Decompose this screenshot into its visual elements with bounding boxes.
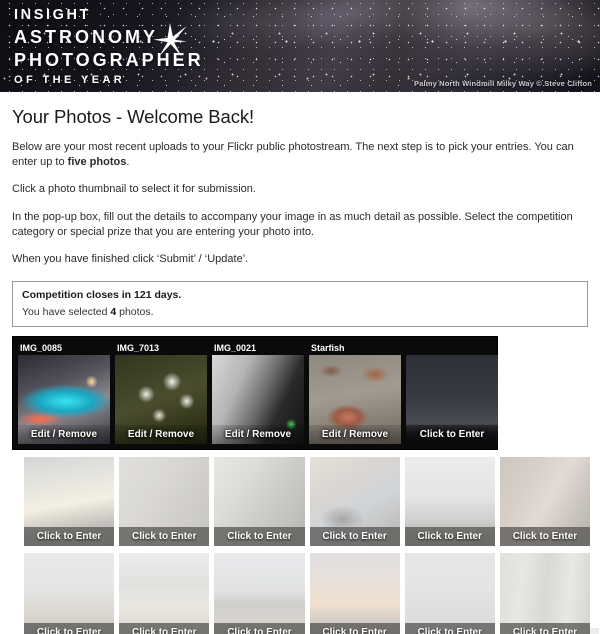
edit-remove-button[interactable]: Edit / Remove (309, 425, 401, 445)
edit-remove-button[interactable]: Edit / Remove (212, 425, 304, 445)
logo-line-of-the-year: OF THE YEAR (14, 73, 126, 86)
click-to-enter-label[interactable]: Click to Enter (309, 623, 400, 634)
photo-gallery: Click to Enter Click to Enter Click to Ent… (10, 457, 591, 634)
five-photos-emphasis: five photos (67, 156, 127, 169)
competition-status-box: Competition closes in 121 days. You have… (12, 281, 588, 328)
selected-photos-panel: IMG_0085 Edit / Remove IMG_7013 Edit / Remo… (12, 336, 498, 451)
gallery-thumbnail[interactable]: Click to Enter (309, 457, 400, 547)
thumbnail-overlay (309, 553, 400, 634)
click-to-enter-label[interactable]: Click to Enter (499, 527, 591, 547)
click-to-enter-label[interactable]: Click to Enter (119, 623, 210, 634)
intro-paragraph-3: In the pop-up box, fill out the details … (12, 210, 573, 238)
competition-closes-text: Competition closes in 121 days. (22, 289, 182, 302)
page-content: Your Photos - Welcome Back! Below are yo… (0, 106, 600, 634)
gallery-row: Click to Enter Click to Enter Click to Ent… (24, 553, 591, 634)
thumbnail-overlay (119, 553, 210, 634)
four-point-star-icon (153, 22, 188, 57)
gallery-row: Click to Enter Click to Enter Click to Ent… (24, 457, 591, 547)
gallery-thumbnail[interactable]: Click to Enter (309, 553, 400, 634)
click-to-enter-label[interactable]: Click to Enter (24, 527, 115, 547)
gallery-thumbnail[interactable]: Click to Enter (404, 553, 495, 634)
selected-photo-slot: IMG_7013 Edit / Remove (115, 342, 207, 445)
click-to-enter-label[interactable]: Click to Enter (406, 425, 498, 445)
thumbnail-overlay (214, 553, 305, 634)
click-to-enter-label[interactable]: Click to Enter (214, 527, 305, 547)
selected-suffix: photos. (116, 306, 154, 319)
selected-photo-thumbnail[interactable]: Edit / Remove (309, 355, 401, 445)
empty-photo-slot[interactable]: Click to Enter (406, 355, 498, 445)
thumbnail-overlay (404, 553, 495, 634)
intro-1-text-c: . (126, 156, 130, 169)
gallery-thumbnail[interactable]: Click to Enter (119, 457, 210, 547)
selected-photo-thumbnail[interactable]: Edit / Remove (115, 355, 207, 445)
selected-photos-section: IMG_0085 Edit / Remove IMG_7013 Edit / Remo… (10, 336, 599, 634)
selected-prefix: You have selected (22, 306, 111, 319)
selected-photo-slot: Starfish Edit / Remove (309, 342, 401, 445)
gallery-thumbnail[interactable]: Click to Enter (214, 553, 305, 634)
selected-photo-title: IMG_0085 (20, 343, 63, 354)
selected-photo-title: IMG_7013 (117, 343, 160, 354)
edit-remove-button[interactable]: Edit / Remove (18, 425, 110, 445)
selected-photo-thumbnail[interactable]: Edit / Remove (18, 355, 110, 445)
selected-photo-slot: IMG_0085 Edit / Remove (18, 342, 110, 445)
gallery-thumbnail[interactable]: Click to Enter (24, 553, 115, 634)
page-title: Your Photos - Welcome Back! (12, 106, 255, 127)
gallery-thumbnail[interactable]: Click to Enter (499, 553, 591, 634)
gallery-thumbnail[interactable]: Click to Enter (404, 457, 495, 547)
click-to-enter-label[interactable]: Click to Enter (404, 527, 495, 547)
click-to-enter-label[interactable]: Click to Enter (404, 623, 495, 634)
intro-paragraph-2: Click a photo thumbnail to select it for… (12, 183, 256, 196)
logo-line-insight: INSIGHT (14, 7, 92, 23)
gallery-thumbnail[interactable]: Click to Enter (214, 457, 305, 547)
selected-count-text: You have selected 4 photos. (22, 306, 578, 318)
click-to-enter-label[interactable]: Click to Enter (24, 623, 115, 634)
thumbnail-overlay (24, 553, 115, 634)
click-to-enter-label[interactable]: Click to Enter (499, 623, 591, 634)
edit-remove-button[interactable]: Edit / Remove (115, 425, 207, 445)
click-to-enter-label[interactable]: Click to Enter (309, 527, 400, 547)
intro-paragraph-4: When you have finished click ‘Submit’ / … (12, 252, 249, 265)
click-to-enter-label[interactable]: Click to Enter (214, 623, 305, 634)
gallery-thumbnail[interactable]: Click to Enter (499, 457, 591, 547)
site-banner: INSIGHT ASTRONOMY PHOTOGRAPHER OF THE YE… (0, 0, 600, 92)
selected-photo-title: Starfish (311, 343, 345, 354)
selected-photo-slot: IMG_0021 Edit / Remove (212, 342, 304, 445)
intro-paragraph-1: Below are your most recent uploads to yo… (12, 140, 590, 170)
selected-photo-thumbnail[interactable]: Edit / Remove (212, 355, 304, 445)
selected-photo-title: IMG_0021 (214, 343, 257, 354)
selected-photo-slot: Click to Enter (406, 342, 498, 445)
click-to-enter-label[interactable]: Click to Enter (119, 527, 210, 547)
selected-photo-title (406, 342, 498, 355)
gallery-thumbnail[interactable]: Click to Enter (24, 457, 115, 547)
thumbnail-overlay (499, 553, 591, 634)
photo-credit: Palmy North Windmill Milky Way © Steve C… (414, 79, 592, 88)
gallery-thumbnail[interactable]: Click to Enter (119, 553, 210, 634)
